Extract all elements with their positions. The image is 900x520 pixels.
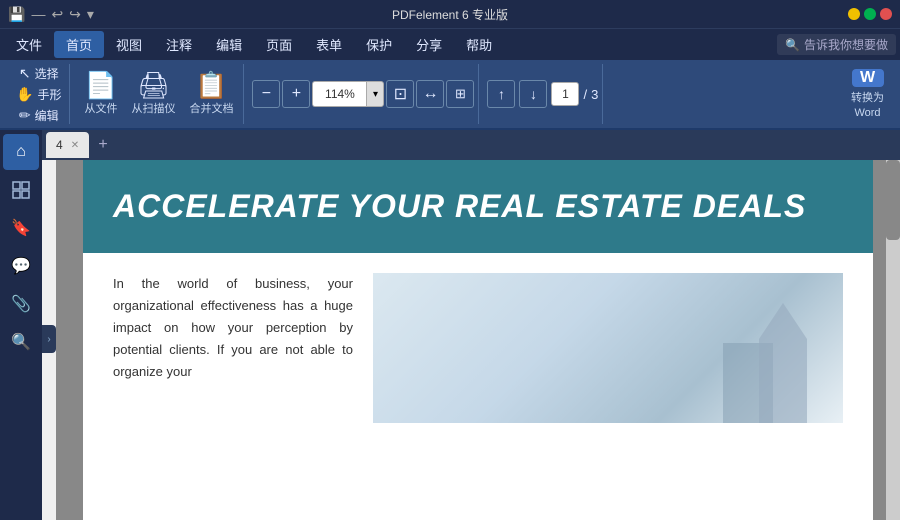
word-icon-letter: W	[860, 69, 875, 87]
zoom-out-btn[interactable]: −	[252, 80, 280, 108]
page-nav-group: ↑ ↓ / 3	[483, 64, 603, 124]
zoom-controls-group: − + ▾ ⊡ ↔ ⊞	[248, 64, 479, 124]
pdf-body-text: In the world of business, your organizat…	[113, 273, 353, 383]
page-navigation: ↑ ↓ / 3	[487, 80, 598, 108]
pdf-page: ACCELERATE YOUR REAL ESTATE DEALS In the…	[83, 160, 873, 520]
hand-tool[interactable]: ✋ 手形	[12, 85, 65, 104]
dropdown-icon[interactable]: ▾	[87, 6, 94, 23]
win-close-btn[interactable]	[880, 8, 892, 20]
prev-page-btn[interactable]: ↑	[487, 80, 515, 108]
titlebar-left-icons: 💾 — ↩ ↪ ▾	[8, 6, 94, 23]
zoom-in-btn[interactable]: +	[282, 80, 310, 108]
win-minimize-btn[interactable]	[848, 8, 860, 20]
menu-edit[interactable]: 编辑	[204, 31, 254, 58]
scrollbar[interactable]	[886, 160, 900, 520]
convert-to-word-btn[interactable]: W 转换为 Word	[843, 67, 892, 121]
app-title: PDFelement 6 专业版	[392, 6, 508, 23]
select-icon: ↖	[19, 65, 31, 82]
menu-form[interactable]: 表单	[304, 31, 354, 58]
pdf-body: In the world of business, your organizat…	[83, 253, 873, 443]
pdf-title: ACCELERATE YOUR REAL ESTATE DEALS	[113, 188, 806, 225]
menu-home[interactable]: 首页	[54, 31, 104, 58]
convert-label1: 转换为	[851, 89, 884, 105]
fit-page-btn[interactable]: ⊡	[386, 80, 414, 108]
from-file-icon: 📄	[85, 72, 117, 98]
total-pages: 3	[591, 87, 598, 102]
tab-bar: 4 ✕ +	[42, 130, 900, 160]
convert-icon: W	[852, 69, 884, 87]
menu-bar: 文件 首页 视图 注释 编辑 页面 表单 保护 分享 帮助 🔍 告诉我你想要做	[0, 28, 900, 60]
document-tab[interactable]: 4 ✕	[46, 132, 89, 158]
fit-window-btn[interactable]: ⊞	[446, 80, 474, 108]
sidebar-home-tool[interactable]: ⌂	[3, 134, 39, 170]
menu-help[interactable]: 帮助	[454, 31, 504, 58]
new-tab-btn[interactable]: +	[91, 133, 115, 157]
zoom-dropdown-btn[interactable]: ▾	[366, 81, 384, 107]
pdf-image-column	[373, 273, 843, 423]
search-bar[interactable]: 🔍 告诉我你想要做	[777, 34, 896, 55]
save-icon[interactable]: 💾	[8, 6, 25, 23]
search-icon: 🔍	[785, 38, 800, 52]
menu-page[interactable]: 页面	[254, 31, 304, 58]
merge-icon: 📋	[195, 72, 227, 98]
search-hint: 告诉我你想要做	[804, 36, 888, 53]
redo-icon[interactable]: ↪	[69, 6, 81, 23]
sidebar-search-tool[interactable]: 🔍	[3, 324, 39, 360]
pdf-banner: ACCELERATE YOUR REAL ESTATE DEALS	[83, 160, 873, 253]
sidebar-expand-btn[interactable]: ›	[42, 325, 56, 353]
convert-label2: Word	[854, 107, 880, 119]
menu-comment[interactable]: 注释	[154, 31, 204, 58]
undo-icon[interactable]: ↩	[51, 6, 63, 23]
merge-docs-btn[interactable]: 📋 合并文档	[183, 67, 239, 121]
from-file-label: 从文件	[84, 100, 117, 116]
select-tool[interactable]: ↖ 选择	[15, 64, 63, 83]
create-tools-group: 📄 从文件 🖨 从扫描仪 📋 合并文档	[74, 64, 244, 124]
select-label: 选择	[35, 65, 59, 82]
main-content: ACCELERATE YOUR REAL ESTATE DEALS In the…	[56, 160, 900, 520]
next-page-btn[interactable]: ↓	[519, 80, 547, 108]
sidebar-annotations-tool[interactable]: 💬	[3, 248, 39, 284]
current-page-input[interactable]	[551, 82, 579, 106]
menu-file[interactable]: 文件	[4, 31, 54, 58]
title-bar: 💾 — ↩ ↪ ▾ PDFelement 6 专业版	[0, 0, 900, 28]
left-sidebar: ⌂ 🔖 💬 📎 🔍 ›	[0, 130, 42, 520]
edit-label: 编辑	[35, 107, 59, 124]
window-controls	[848, 8, 892, 20]
from-file-btn[interactable]: 📄 从文件	[78, 67, 123, 121]
hand-label: 手形	[37, 86, 61, 103]
from-scanner-label: 从扫描仪	[131, 100, 175, 116]
hand-icon: ✋	[16, 86, 33, 103]
menu-protect[interactable]: 保护	[354, 31, 404, 58]
thumbnails-icon	[12, 181, 30, 199]
pdf-text-column: In the world of business, your organizat…	[113, 273, 353, 423]
win-maximize-btn[interactable]	[864, 8, 876, 20]
tab-label: 4	[56, 138, 63, 152]
edit-icon: ✏	[19, 107, 31, 124]
sidebar-thumbnails-tool[interactable]	[3, 172, 39, 208]
from-scanner-icon: 🖨	[137, 72, 170, 98]
from-scanner-btn[interactable]: 🖨 从扫描仪	[125, 67, 181, 121]
sidebar-bookmarks-tool[interactable]: 🔖	[3, 210, 39, 246]
minimize-icon[interactable]: —	[31, 6, 45, 22]
merge-label: 合并文档	[189, 100, 233, 116]
cursor-tools-group: ↖ 选择 ✋ 手形 ✏ 编辑	[8, 64, 70, 124]
fit-width-btn[interactable]: ↔	[416, 80, 444, 108]
zoom-input[interactable]	[312, 81, 366, 107]
page-separator: /	[583, 87, 587, 102]
menu-share[interactable]: 分享	[404, 31, 454, 58]
menu-view[interactable]: 视图	[104, 31, 154, 58]
sidebar-attachment-tool[interactable]: 📎	[3, 286, 39, 322]
toolbar: ↖ 选择 ✋ 手形 ✏ 编辑 📄 从文件 🖨 从扫描仪 📋 合并文档 − +	[0, 60, 900, 130]
edit-tool[interactable]: ✏ 编辑	[15, 106, 63, 125]
tab-close-btn[interactable]: ✕	[71, 140, 79, 151]
scrollbar-thumb[interactable]	[886, 160, 900, 240]
